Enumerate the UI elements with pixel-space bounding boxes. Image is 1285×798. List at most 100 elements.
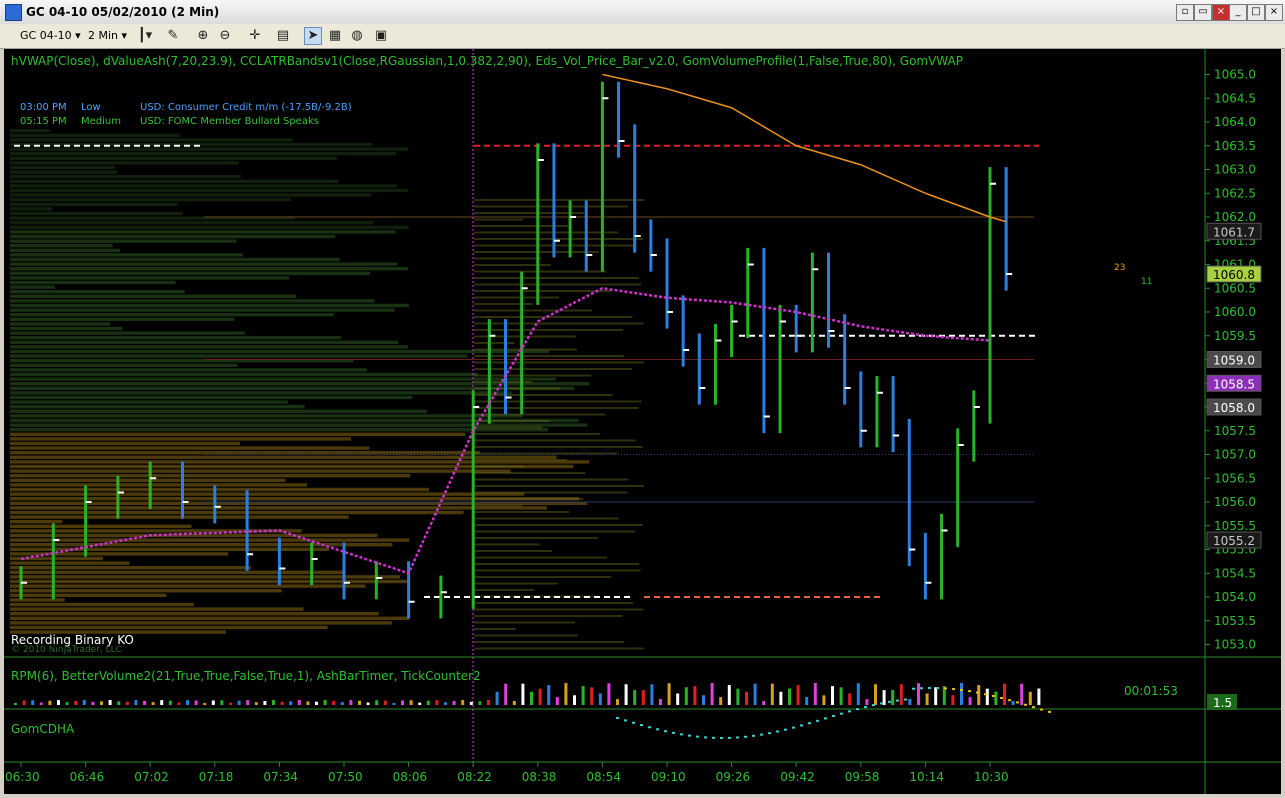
volume-bar <box>968 697 972 705</box>
volume-profile-bar <box>10 349 550 354</box>
volume-bar <box>822 695 826 705</box>
cdha-dot <box>1032 706 1035 709</box>
volume-profile-bar <box>10 566 252 570</box>
volume-bar <box>194 700 198 705</box>
y-tick-label: 1057.0 <box>1214 448 1256 462</box>
volume-bar <box>401 700 404 705</box>
volume-profile-bar <box>474 485 644 487</box>
cdha-dot <box>688 734 691 737</box>
volume-profile-bar <box>10 234 336 239</box>
close-button[interactable]: × <box>1265 4 1283 21</box>
volume-bar <box>168 700 172 705</box>
y-tick-label: 1062.0 <box>1214 210 1256 224</box>
volume-bar <box>994 691 998 705</box>
volume-profile-bar <box>474 524 643 526</box>
close-sub-button[interactable]: × <box>1212 4 1230 21</box>
interval-selector[interactable]: 2 Min ▾ <box>84 27 131 44</box>
volume-bar <box>48 700 52 705</box>
x-tick-label: 08:22 <box>457 770 492 784</box>
volume-bar <box>186 700 189 705</box>
volume-bar <box>263 701 267 705</box>
cdha-dot <box>728 736 731 739</box>
cdha-dot <box>832 715 835 718</box>
volume-bar <box>616 699 619 705</box>
volume-bar <box>39 702 43 705</box>
instrument-selector[interactable]: GC 04-10 ▾ <box>16 27 85 44</box>
volume-profile-bar <box>10 589 282 593</box>
volume-profile-bar <box>10 432 466 436</box>
volume-profile-bar <box>10 175 241 179</box>
volume-bar <box>108 700 112 705</box>
volume-profile-bar <box>10 547 330 551</box>
price-label-text: 1059.0 <box>1213 354 1255 368</box>
cdha-dot <box>960 688 963 691</box>
volume-bar <box>452 700 456 705</box>
data-box-icon[interactable]: ▣ <box>372 27 390 45</box>
volume-profile-bar <box>10 520 63 524</box>
window-titlebar[interactable]: GC 04-10 05/02/2010 (2 Min) ▫ ▭ × _ □ × <box>0 0 1285 25</box>
volume-bar <box>882 690 886 705</box>
volume-profile-bar <box>474 634 578 637</box>
volume-profile-bar <box>10 244 113 248</box>
news-impact-2: Medium <box>81 116 121 127</box>
volume-profile-bar <box>474 472 586 474</box>
volume-profile-bar <box>474 517 619 520</box>
volume-profile-bar <box>10 405 305 409</box>
cdha-dot <box>648 726 651 729</box>
crosshair-icon[interactable]: ✛ <box>246 27 264 45</box>
volume-profile-bar <box>474 420 550 422</box>
indicator-icon[interactable]: ◍ <box>348 27 366 45</box>
volume-profile-bar <box>10 207 53 211</box>
cdha-dot <box>824 717 827 720</box>
volume-profile-bar <box>10 612 379 616</box>
volume-profile-bar <box>10 483 308 487</box>
volume-bar <box>444 702 447 705</box>
volume-profile-bar <box>474 212 585 214</box>
volume-bar <box>796 685 800 705</box>
volume-bar <box>951 695 955 705</box>
volume-profile-bar <box>10 414 523 418</box>
volume-profile-bar <box>474 322 644 325</box>
volume-profile-bar <box>10 179 339 183</box>
restore-sub-button[interactable]: ▫ <box>1176 4 1194 21</box>
price-label-text: 1058.5 <box>1213 377 1255 391</box>
volume-profile-bar <box>474 647 644 650</box>
volume-bar <box>495 691 499 705</box>
properties-icon[interactable]: ▤ <box>274 27 292 45</box>
volume-bar <box>736 688 740 705</box>
volume-profile-bar <box>474 426 543 429</box>
cdha-dot <box>864 706 867 709</box>
maximize-button[interactable]: □ <box>1247 4 1265 21</box>
cdha-dot <box>992 695 995 698</box>
volume-profile-bar <box>474 355 624 357</box>
volume-bar <box>151 702 155 705</box>
cdha-dot <box>640 724 643 727</box>
volume-profile-bar <box>10 299 375 303</box>
strategy-icon[interactable]: ➤ <box>304 27 322 45</box>
volume-bar <box>917 683 920 705</box>
volume-bar <box>469 701 473 705</box>
draw-icon[interactable]: ✎ <box>164 27 182 45</box>
volume-bar <box>727 685 731 705</box>
volume-profile-bar <box>10 515 349 519</box>
bar-type-icon[interactable]: ┃▾ <box>136 27 154 45</box>
volume-profile-bar <box>10 621 392 625</box>
volume-bar <box>985 688 989 705</box>
zoom-in-icon[interactable]: ⊕ <box>194 27 212 45</box>
volume-profile-bar <box>474 199 644 201</box>
zoom-out-icon[interactable]: ⊖ <box>216 27 234 45</box>
minimize-button[interactable]: _ <box>1229 4 1247 21</box>
cdha-dot <box>1016 701 1019 704</box>
maximize-sub-button[interactable]: ▭ <box>1194 4 1212 21</box>
chart-toolbar: GC 04-10 ▾ 2 Min ▾ ┃▾ ✎ ⊕ ⊖ ✛ ▤ ➤ ▦ ◍ ▣ <box>0 24 1285 49</box>
volume-profile-bar <box>10 372 479 377</box>
x-tick-label: 07:34 <box>263 770 298 784</box>
x-tick-label: 06:46 <box>70 770 105 784</box>
cdha-dot <box>984 693 987 696</box>
volume-profile-bar <box>474 374 592 377</box>
volume-profile-bar <box>10 188 409 193</box>
chart-trader-icon[interactable]: ▦ <box>326 27 344 45</box>
cdha-dot <box>784 728 787 731</box>
chart-area[interactable]: 1065.0 1064.5 1064.0 1063.5 1063.0 1062.5 1062… <box>4 49 1281 794</box>
volume-profile-bar <box>474 257 542 260</box>
